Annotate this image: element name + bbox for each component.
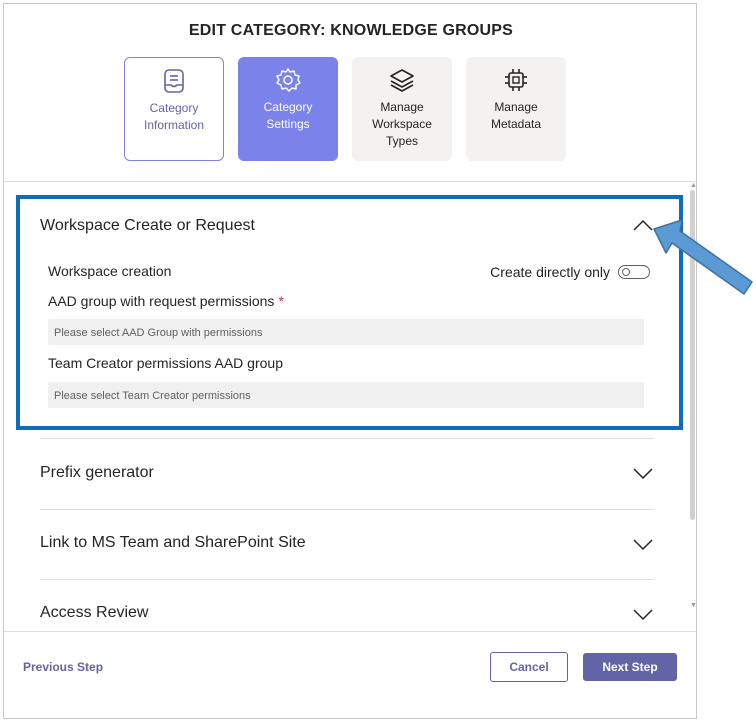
scroll-up-arrow[interactable]: ▲: [690, 182, 696, 189]
create-directly-toggle-group: Create directly only: [490, 264, 650, 280]
chip-icon: [503, 67, 529, 93]
team-creator-select[interactable]: Please select Team Creator permissions: [48, 382, 644, 408]
aad-group-select[interactable]: Please select AAD Group with permissions: [48, 319, 644, 345]
aad-group-label: AAD group with request permissions *: [48, 293, 284, 309]
wizard-steps: Category Information Category Settings M…: [124, 57, 566, 161]
scroll-down-arrow[interactable]: ▼: [690, 602, 696, 609]
chevron-down-icon[interactable]: [632, 467, 654, 481]
section-prefix-generator[interactable]: Prefix generator: [40, 439, 654, 509]
next-step-button[interactable]: Next Step: [583, 653, 677, 681]
step-category-information[interactable]: Category Information: [124, 57, 224, 161]
section-title: Workspace Create or Request: [40, 217, 255, 234]
step-label: Manage Workspace Types: [372, 100, 432, 148]
step-manage-metadata[interactable]: Manage Metadata: [466, 57, 566, 161]
step-label: Category Settings: [263, 100, 313, 131]
chevron-down-icon[interactable]: [632, 538, 654, 552]
cancel-button[interactable]: Cancel: [490, 652, 568, 682]
section-link-ms-team[interactable]: Link to MS Team and SharePoint Site: [40, 510, 654, 580]
section-title: Prefix generator: [40, 464, 154, 481]
stack-layers-icon: [389, 67, 415, 93]
annotation-arrow-icon: [653, 219, 753, 295]
toggle-label: Create directly only: [490, 264, 610, 280]
aad-group-label-text: AAD group with request permissions: [48, 293, 275, 309]
section-workspace-create-or-request[interactable]: Workspace Create or Request: [40, 182, 654, 242]
required-marker: *: [278, 293, 284, 309]
footer-divider: [4, 631, 696, 632]
edit-category-dialog: EDIT CATEGORY: KNOWLEDGE GROUPS Category…: [3, 3, 697, 719]
previous-step-link[interactable]: Previous Step: [23, 660, 103, 674]
step-label: Category Information: [143, 101, 205, 132]
section-title: Link to MS Team and SharePoint Site: [40, 534, 306, 551]
team-creator-label: Team Creator permissions AAD group: [48, 355, 283, 371]
settings-content: Workspace Create or Request Workspace cr…: [4, 182, 696, 629]
section-access-review[interactable]: Access Review: [40, 580, 654, 629]
section-title: Access Review: [40, 604, 149, 621]
toggle-knob: [622, 268, 630, 276]
step-label: Manage Metadata: [490, 100, 542, 131]
dialog-title: EDIT CATEGORY: KNOWLEDGE GROUPS: [188, 22, 514, 39]
gear-icon: [275, 67, 301, 93]
step-category-settings[interactable]: Category Settings: [238, 57, 338, 161]
workspace-creation-label: Workspace creation: [48, 263, 172, 279]
chevron-down-icon[interactable]: [632, 608, 654, 622]
create-directly-toggle[interactable]: [618, 265, 650, 279]
document-list-icon: [161, 68, 187, 94]
step-manage-workspace-types[interactable]: Manage Workspace Types: [352, 57, 452, 161]
